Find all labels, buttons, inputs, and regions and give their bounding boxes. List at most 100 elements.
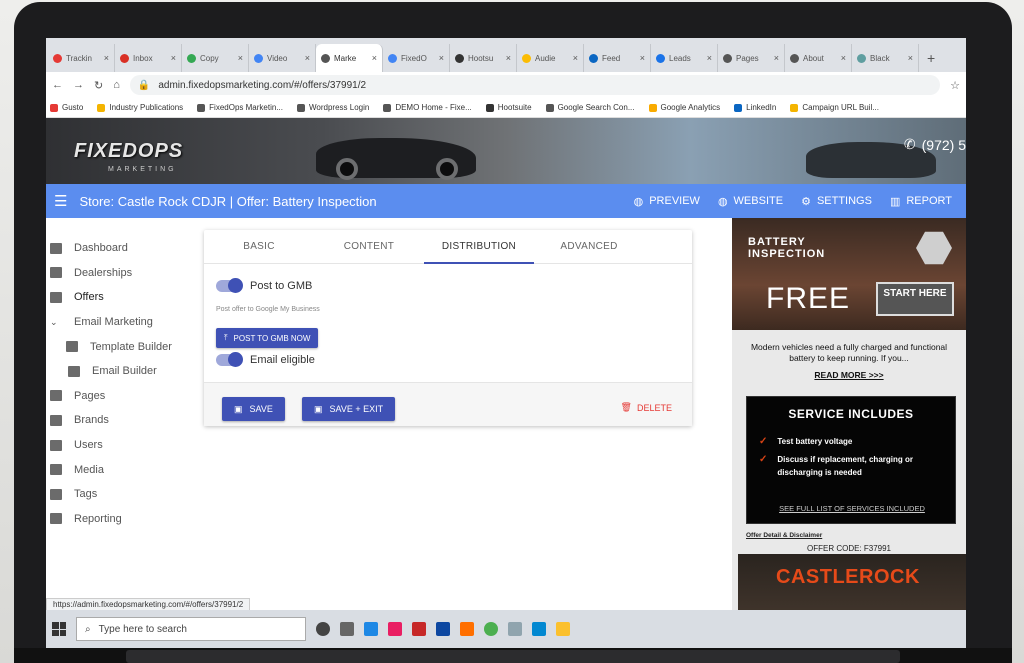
sidebar-item-dealerships[interactable]: Dealerships: [46, 261, 206, 286]
close-icon[interactable]: ×: [506, 53, 511, 63]
tab-advanced[interactable]: ADVANCED: [534, 230, 644, 263]
close-icon[interactable]: ×: [372, 53, 377, 63]
bookmark-item[interactable]: Campaign URL Buil...: [790, 103, 879, 112]
sidebar-item-reporting[interactable]: Reporting: [46, 507, 206, 532]
sidebar-item-offers[interactable]: Offers: [46, 285, 206, 310]
browser-tab-label: Pages: [736, 53, 759, 63]
illustrator-icon[interactable]: [460, 622, 474, 636]
photoshop-icon[interactable]: [436, 622, 450, 636]
fixedops-logo: FIXEDOPS: [74, 140, 184, 162]
bookmark-item[interactable]: Hootsuite: [485, 103, 532, 112]
sidebar-item-email-builder[interactable]: Email Builder: [46, 359, 206, 384]
close-icon[interactable]: ×: [774, 53, 779, 63]
start-here-button[interactable]: START HERE: [876, 282, 954, 316]
browser-tab[interactable]: Video ×: [249, 44, 316, 72]
email-eligible-toggle[interactable]: [216, 352, 243, 367]
close-icon[interactable]: ×: [908, 53, 913, 63]
tab-distribution[interactable]: DISTRIBUTION: [424, 230, 534, 264]
cortana-icon[interactable]: [316, 622, 330, 636]
sidebar-item-media[interactable]: Media: [46, 457, 206, 482]
close-icon[interactable]: ×: [640, 53, 645, 63]
close-icon[interactable]: ×: [841, 53, 846, 63]
browser-tab[interactable]: Copy ×: [182, 44, 249, 72]
post-gmb-now-button[interactable]: ⤒ POST TO GMB NOW: [216, 328, 319, 348]
bookmark-label: LinkedIn: [746, 103, 777, 112]
browser-tab[interactable]: Leads ×: [651, 44, 718, 72]
phone-text: (972) 5: [921, 136, 966, 153]
close-icon[interactable]: ×: [707, 53, 712, 63]
close-icon[interactable]: ×: [104, 53, 109, 63]
windows-start-icon[interactable]: [52, 622, 66, 636]
app-icon[interactable]: [508, 622, 522, 636]
browser-tab[interactable]: Audie ×: [517, 44, 584, 72]
bookmark-label: Google Search Con...: [557, 103, 635, 112]
sidebar-item-tags[interactable]: Tags: [46, 482, 206, 507]
close-icon[interactable]: ×: [573, 53, 578, 63]
settings-link[interactable]: ⚙ SETTINGS: [801, 195, 872, 208]
close-icon[interactable]: ×: [305, 53, 310, 63]
delete-button[interactable]: 🗑 DELETE: [621, 402, 672, 413]
app-icon[interactable]: [412, 622, 426, 636]
bookmark-label: Hootsuite: [497, 103, 532, 112]
close-icon[interactable]: ×: [171, 53, 176, 63]
sidebar-item-brands[interactable]: Brands: [46, 408, 206, 433]
task-view-icon[interactable]: [340, 622, 354, 636]
full-services-link[interactable]: SEE FULL LIST OF SERVICES INCLUDED: [747, 504, 957, 513]
home-icon[interactable]: ⌂: [113, 79, 120, 91]
browser-tab[interactable]: Trackin ×: [48, 44, 115, 72]
skype-icon[interactable]: [532, 622, 546, 636]
close-icon[interactable]: ×: [238, 53, 243, 63]
browser-tab-label: Feed: [602, 53, 621, 63]
reload-icon[interactable]: ↻: [94, 79, 103, 92]
bookmark-item[interactable]: Google Search Con...: [545, 103, 635, 112]
forward-icon[interactable]: →: [73, 79, 84, 91]
preview-link[interactable]: ◍ PREVIEW: [634, 195, 700, 208]
post-gmb-toggle[interactable]: [216, 278, 243, 293]
close-icon[interactable]: ×: [439, 53, 444, 63]
building-icon: [50, 267, 62, 279]
app-icon[interactable]: [388, 622, 402, 636]
bookmark-item[interactable]: Gusto: [50, 103, 83, 112]
browser-tab[interactable]: Feed ×: [584, 44, 651, 72]
browser-tab[interactable]: FixedO ×: [383, 44, 450, 72]
browser-tab[interactable]: Black ×: [852, 44, 919, 72]
browser-tab[interactable]: Inbox ×: [115, 44, 182, 72]
sidebar-item-email-marketing[interactable]: ⌄ Email Marketing: [46, 310, 206, 335]
save-exit-button[interactable]: ▣ SAVE + EXIT: [302, 397, 396, 421]
back-icon[interactable]: ←: [52, 79, 63, 91]
sidebar-item-pages[interactable]: Pages: [46, 384, 206, 409]
save-button[interactable]: ▣ SAVE: [222, 397, 285, 421]
app-icon[interactable]: [364, 622, 378, 636]
sidebar-item-users[interactable]: Users: [46, 433, 206, 458]
star-icon[interactable]: ☆: [950, 79, 960, 92]
browser-tab[interactable]: Hootsu ×: [450, 44, 517, 72]
sidebar-item-template-builder[interactable]: Template Builder: [46, 334, 206, 359]
sidebar-item-dashboard[interactable]: Dashboard: [46, 236, 206, 261]
menu-icon[interactable]: ☰: [54, 192, 67, 210]
tab-content[interactable]: CONTENT: [314, 230, 424, 263]
browser-tab[interactable]: Marke ×: [316, 44, 383, 72]
bookmark-item[interactable]: Wordpress Login: [296, 103, 369, 112]
report-link[interactable]: ▥ REPORT: [890, 195, 952, 208]
bookmark-item[interactable]: FixedOps Marketin...: [197, 103, 283, 112]
bookmark-item[interactable]: DEMO Home - Fixe...: [383, 103, 472, 112]
page-title: Store: Castle Rock CDJR | Offer: Battery…: [79, 193, 377, 209]
disclaimer-link[interactable]: Offer Detail & Disclaimer: [746, 532, 822, 539]
chrome-icon[interactable]: [484, 622, 498, 636]
bookmark-item[interactable]: Google Analytics: [648, 103, 720, 112]
bookmark-item[interactable]: Industry Publications: [97, 103, 183, 112]
favicon-icon: [723, 53, 732, 63]
website-link[interactable]: ◍ WEBSITE: [718, 195, 783, 208]
bookmark-label: FixedOps Marketin...: [209, 103, 283, 112]
browser-tab[interactable]: About ×: [785, 44, 852, 72]
url-field[interactable]: 🔒 admin.fixedopsmarketing.com/#/offers/3…: [129, 75, 941, 95]
tab-basic[interactable]: BASIC: [204, 230, 314, 263]
folder-icon[interactable]: [556, 622, 570, 636]
bookmark-item[interactable]: LinkedIn: [734, 103, 776, 112]
phone-number[interactable]: ✆ (972) 5: [904, 136, 966, 153]
taskbar-search[interactable]: ⌕ Type here to search: [76, 617, 306, 641]
browser-tab[interactable]: Pages ×: [718, 44, 785, 72]
read-more-link[interactable]: READ MORE >>>: [732, 370, 966, 380]
new-tab-icon[interactable]: +: [927, 44, 935, 72]
service-includes-title: SERVICE INCLUDES: [788, 407, 914, 421]
